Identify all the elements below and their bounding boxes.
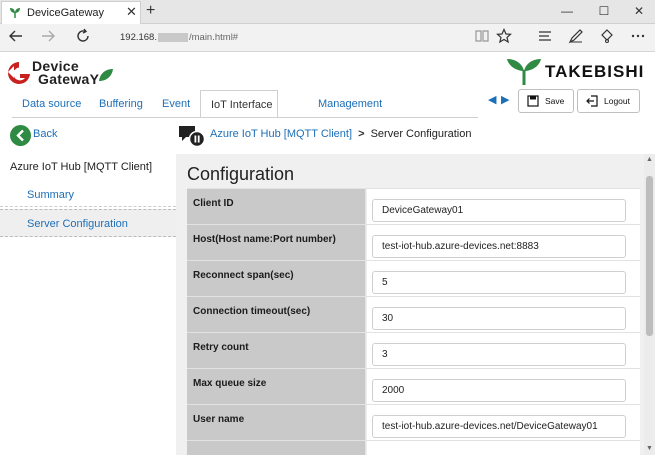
- config-field-cell: [367, 189, 640, 225]
- logout-button-label: Logout: [604, 96, 630, 106]
- address-bar[interactable]: 192.168. /main.html#: [112, 29, 472, 47]
- config-row-partial: [187, 440, 640, 455]
- forward-icon[interactable]: [38, 28, 58, 48]
- iot-client-icon: [179, 126, 206, 148]
- hub-icon[interactable]: [535, 28, 555, 48]
- menu-item-management[interactable]: Management: [308, 90, 392, 118]
- connection-timeout-input[interactable]: [372, 307, 626, 330]
- devicegateway-logo-mark-icon: [8, 62, 30, 84]
- sidebar-divider: [0, 206, 176, 207]
- back-label: Back: [33, 128, 58, 140]
- close-tab-icon[interactable]: ✕: [126, 5, 137, 19]
- scroll-down-icon[interactable]: ▼: [644, 443, 655, 455]
- breadcrumb: Azure IoT Hub [MQTT Client] > Server Con…: [210, 128, 471, 140]
- config-field-cell: [367, 369, 640, 405]
- menu-item-buffering[interactable]: Buffering: [89, 90, 153, 118]
- client-id-input[interactable]: [372, 199, 626, 222]
- devicegateway-favicon-icon: [10, 8, 20, 18]
- close-window-icon[interactable]: ✕: [629, 3, 649, 19]
- refresh-icon[interactable]: [73, 28, 93, 48]
- config-row-reconnect-span: Reconnect span(sec): [187, 260, 640, 297]
- logout-button[interactable]: Logout: [577, 89, 640, 113]
- config-field-cell: [367, 405, 640, 441]
- scroll-thumb[interactable]: [646, 176, 653, 336]
- sidebar-title: Azure IoT Hub [MQTT Client]: [10, 161, 153, 173]
- address-prefix: 192.168.: [120, 32, 157, 43]
- takebishi-sprout-icon: [507, 59, 541, 85]
- redacted-address: [157, 32, 188, 42]
- maximize-icon[interactable]: ☐: [594, 3, 614, 19]
- max-queue-size-input[interactable]: [372, 379, 626, 402]
- sidebar-item-summary[interactable]: Summary: [0, 181, 176, 209]
- save-button[interactable]: Save: [518, 89, 574, 113]
- config-row-retry-count: Retry count: [187, 332, 640, 369]
- sidebar-item-server-configuration[interactable]: Server Configuration: [0, 209, 176, 237]
- config-field-cell: [367, 261, 640, 297]
- config-label: Max queue size: [187, 369, 366, 405]
- reconnect-span-input[interactable]: [372, 271, 626, 294]
- save-icon: [527, 95, 539, 107]
- menu-item-event[interactable]: Event: [152, 90, 200, 118]
- breadcrumb-link-azure-iot-hub[interactable]: Azure IoT Hub [MQTT Client]: [210, 128, 352, 140]
- browser-tab-bar: DeviceGateway ✕ + — ☐ ✕: [0, 0, 655, 24]
- config-field-cell: [367, 297, 640, 333]
- notes-icon[interactable]: [566, 28, 586, 48]
- sidebar: Back Azure IoT Hub [MQTT Client] Summary…: [0, 118, 176, 455]
- config-label: Client ID: [187, 189, 366, 225]
- config-field-cell: [367, 333, 640, 369]
- scroll-up-icon[interactable]: ▲: [644, 154, 655, 166]
- config-row-host: Host(Host name:Port number): [187, 224, 640, 261]
- retry-count-input[interactable]: [372, 343, 626, 366]
- page-title: Configuration: [187, 164, 295, 184]
- config-label: Connection timeout(sec): [187, 297, 366, 333]
- browser-nav-bar: 192.168. /main.html#: [0, 24, 655, 52]
- config-label: User name: [187, 405, 366, 441]
- config-row-user-name: User name: [187, 404, 640, 441]
- menu-item-data-source[interactable]: Data source: [12, 90, 91, 118]
- reading-view-icon[interactable]: [472, 28, 492, 48]
- breadcrumb-separator: >: [358, 128, 365, 140]
- browser-tab-title: DeviceGateway: [27, 7, 105, 19]
- host-input[interactable]: [372, 235, 626, 258]
- scroll-menu-right-icon[interactable]: ▶: [501, 93, 509, 106]
- browser-tab[interactable]: DeviceGateway ✕: [1, 1, 141, 24]
- share-icon[interactable]: [597, 28, 617, 48]
- config-label: Retry count: [187, 333, 366, 369]
- menu-item-iot-interface[interactable]: IoT Interface: [200, 90, 278, 118]
- user-name-input[interactable]: [372, 415, 626, 438]
- logo-text-gateway: GatewaY: [38, 71, 100, 87]
- more-icon[interactable]: [628, 28, 648, 48]
- configuration-panel: Configuration Client ID Host(Host name:P…: [176, 154, 644, 455]
- logout-icon: [586, 95, 598, 107]
- content-scrollbar[interactable]: ▲ ▼: [644, 154, 655, 455]
- scroll-menu-left-icon[interactable]: ◀: [488, 93, 496, 106]
- back-icon[interactable]: [6, 28, 26, 48]
- favorite-star-icon[interactable]: [494, 28, 514, 48]
- back-arrow-icon: [10, 125, 31, 146]
- config-row-connection-timeout: Connection timeout(sec): [187, 296, 640, 333]
- config-field-partial: [367, 441, 640, 455]
- config-field-cell: [367, 225, 640, 261]
- config-label: Host(Host name:Port number): [187, 225, 366, 261]
- config-row-max-queue-size: Max queue size: [187, 368, 640, 405]
- takebishi-brand-text: TAKEBISHI: [545, 62, 645, 81]
- devicegateway-logo: Device GatewaY: [6, 56, 114, 90]
- save-button-label: Save: [545, 96, 565, 106]
- config-label: Reconnect span(sec): [187, 261, 366, 297]
- config-row-client-id: Client ID: [187, 188, 640, 225]
- breadcrumb-current: Server Configuration: [370, 128, 472, 140]
- app-header: Device GatewaY TAKEBISHI: [0, 52, 655, 94]
- config-label-partial: [187, 441, 366, 455]
- address-path: /main.html#: [188, 32, 239, 43]
- leaf-icon: [99, 69, 113, 81]
- new-tab-icon[interactable]: +: [146, 2, 155, 20]
- takebishi-logo: TAKEBISHI: [505, 56, 650, 86]
- minimize-icon[interactable]: —: [557, 3, 577, 19]
